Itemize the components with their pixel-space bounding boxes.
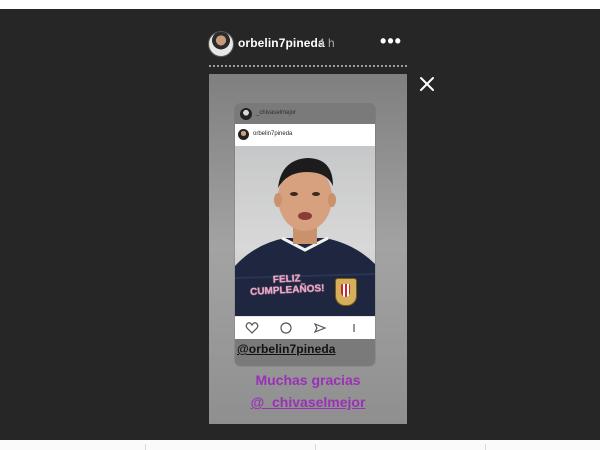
post-action-bar	[235, 316, 375, 339]
club-crest-icon	[335, 278, 357, 306]
divider-tick	[485, 444, 486, 450]
post-header: orbelin7pineda	[235, 124, 375, 147]
player-photo: FELIZ CUMPLEAÑOS!	[235, 146, 375, 316]
post-screenshot: orbelin7pineda FELIZ CUMPLEAÑOS!	[235, 124, 375, 339]
post-avatar	[238, 129, 249, 140]
more-icon	[353, 324, 355, 332]
comment-icon	[280, 322, 292, 334]
profile-avatar[interactable]	[208, 31, 234, 57]
like-icon	[245, 322, 259, 334]
repost-header: _chivaselmejor	[235, 104, 375, 124]
caption-text: Muchas gracias	[255, 372, 361, 388]
story-username[interactable]: orbelin7pineda	[238, 36, 325, 50]
repost-avatar	[240, 108, 252, 120]
story-card[interactable]: _chivaselmejor orbelin7pineda FELIZ CUMP…	[209, 74, 407, 424]
caption-mention[interactable]: @_chivaselmejor	[209, 394, 407, 410]
story-progress-bar	[209, 65, 407, 67]
reposted-story[interactable]: _chivaselmejor orbelin7pineda FELIZ CUMP…	[235, 104, 375, 366]
more-options-button[interactable]: •••	[380, 30, 402, 52]
mention-sticker[interactable]: @orbelin7pineda	[237, 342, 336, 356]
repost-username: _chivaselmejor	[256, 110, 297, 116]
bottom-strip	[0, 440, 600, 450]
divider-tick	[315, 444, 316, 450]
share-icon	[313, 322, 327, 334]
close-icon[interactable]	[417, 74, 437, 94]
divider-tick	[145, 444, 146, 450]
post-username: orbelin7pineda	[253, 131, 293, 137]
story-timestamp: 4 h	[318, 36, 335, 50]
